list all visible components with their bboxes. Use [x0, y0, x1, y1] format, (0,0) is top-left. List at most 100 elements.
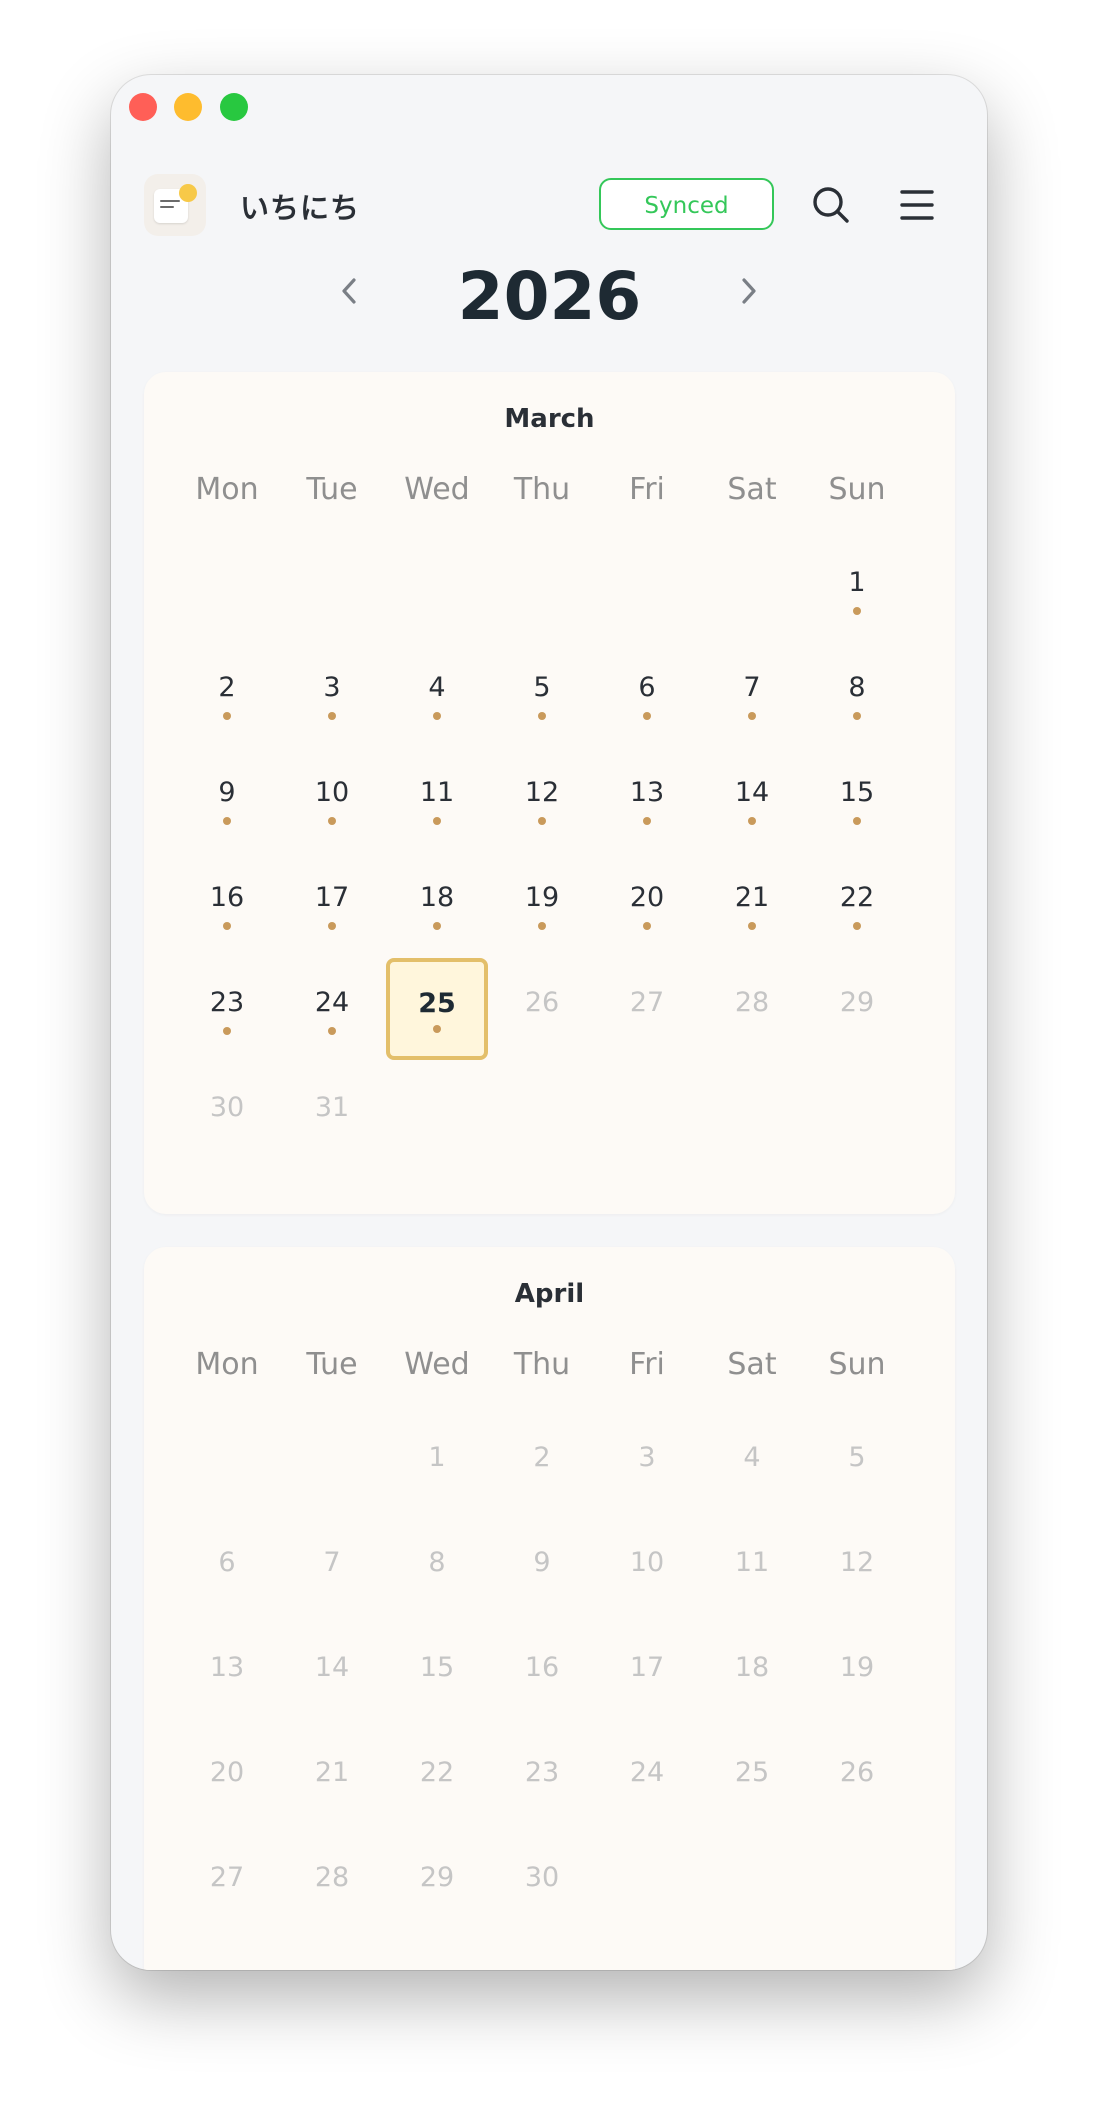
day-cell-22[interactable]: 22 [387, 1729, 487, 1829]
day-cell-9[interactable]: 9 [492, 1519, 592, 1619]
day-cell-13[interactable]: 13 [177, 1624, 277, 1724]
day-number: 11 [734, 1547, 770, 1578]
day-cell-5[interactable]: 5 [492, 644, 592, 744]
day-cell-24[interactable]: 24 [597, 1729, 697, 1829]
menu-button[interactable] [898, 184, 938, 226]
day-number: 27 [209, 1862, 245, 1893]
day-cell-14[interactable]: 14 [702, 749, 802, 849]
day-cell-7[interactable]: 7 [702, 644, 802, 744]
day-cell-9[interactable]: 9 [177, 749, 277, 849]
day-cell-21[interactable]: 21 [702, 854, 802, 954]
day-cell-30[interactable]: 30 [177, 1064, 277, 1164]
day-cell-1[interactable]: 1 [807, 539, 907, 639]
day-cell-26[interactable]: 26 [807, 1729, 907, 1829]
sync-status-button[interactable]: Synced [599, 178, 774, 230]
day-number: 18 [734, 1652, 770, 1683]
day-cell-25[interactable]: 25 [702, 1729, 802, 1829]
day-cell-29[interactable]: 29 [387, 1834, 487, 1934]
entry-dot-icon [328, 1027, 336, 1035]
day-number: 23 [209, 987, 245, 1018]
day-cell-20[interactable]: 20 [597, 854, 697, 954]
day-cell-5[interactable]: 5 [807, 1414, 907, 1514]
day-cell-1[interactable]: 1 [387, 1414, 487, 1514]
day-cell-28[interactable]: 28 [282, 1834, 382, 1934]
day-cell-2[interactable]: 2 [177, 644, 277, 744]
day-grid: 1 2 3 4 5 6 7 8 9 10 11 12 13 14 15 16 17 18 19 20 21 22 23 24 2… [144, 372, 955, 1214]
day-cell-20[interactable]: 20 [177, 1729, 277, 1829]
day-number: 14 [314, 1652, 350, 1683]
day-cell-6[interactable]: 6 [597, 644, 697, 744]
day-cell-13[interactable]: 13 [597, 749, 697, 849]
day-cell-19[interactable]: 19 [807, 1624, 907, 1724]
day-cell-16[interactable]: 16 [177, 854, 277, 954]
day-cell-3[interactable]: 3 [597, 1414, 697, 1514]
day-cell-27[interactable]: 27 [177, 1834, 277, 1934]
day-number: 13 [209, 1652, 245, 1683]
day-cell-15[interactable]: 15 [387, 1624, 487, 1724]
day-cell-28[interactable]: 28 [702, 959, 802, 1059]
day-number: 27 [629, 987, 665, 1018]
day-cell-22[interactable]: 22 [807, 854, 907, 954]
day-cell-2[interactable]: 2 [492, 1414, 592, 1514]
entry-dot-icon [433, 1025, 441, 1033]
day-number: 23 [524, 1757, 560, 1788]
day-cell-12[interactable]: 12 [492, 749, 592, 849]
day-number: 8 [428, 1547, 446, 1578]
day-cell-25[interactable]: 25 [386, 958, 488, 1060]
day-grid: 1 2 3 4 5 6 7 8 9 10 11 12 13 14 15 16 17 18 19 20 21 22 23 24 2… [144, 1247, 955, 1970]
day-cell-3[interactable]: 3 [282, 644, 382, 744]
day-cell-6[interactable]: 6 [177, 1519, 277, 1619]
app-window: いちにち Synced 2026 March Mon Tue Wed Thu F… [111, 75, 987, 1970]
day-cell-17[interactable]: 17 [597, 1624, 697, 1724]
window-minimize-button[interactable] [174, 93, 202, 121]
day-number: 14 [734, 777, 770, 808]
chevron-right-icon [742, 278, 756, 304]
day-cell-8[interactable]: 8 [807, 644, 907, 744]
day-cell-11[interactable]: 11 [702, 1519, 802, 1619]
day-cell-7[interactable]: 7 [282, 1519, 382, 1619]
window-maximize-button[interactable] [220, 93, 248, 121]
day-number: 12 [524, 777, 560, 808]
day-cell-14[interactable]: 14 [282, 1624, 382, 1724]
day-cell-18[interactable]: 18 [702, 1624, 802, 1724]
window-close-button[interactable] [129, 93, 157, 121]
next-year-button[interactable] [728, 271, 768, 311]
day-number: 10 [314, 777, 350, 808]
day-cell-24[interactable]: 24 [282, 959, 382, 1059]
day-number: 28 [734, 987, 770, 1018]
app-logo-icon [144, 174, 206, 236]
day-cell-16[interactable]: 16 [492, 1624, 592, 1724]
day-cell-31[interactable]: 31 [282, 1064, 382, 1164]
day-cell-27[interactable]: 27 [597, 959, 697, 1059]
day-cell-10[interactable]: 10 [597, 1519, 697, 1619]
day-cell-29[interactable]: 29 [807, 959, 907, 1059]
day-number: 25 [418, 988, 456, 1019]
day-number: 29 [419, 1862, 455, 1893]
day-cell-4[interactable]: 4 [702, 1414, 802, 1514]
entry-dot-icon [748, 712, 756, 720]
entry-dot-icon [853, 607, 861, 615]
entry-dot-icon [538, 817, 546, 825]
day-cell-26[interactable]: 26 [492, 959, 592, 1059]
day-cell-12[interactable]: 12 [807, 1519, 907, 1619]
day-cell-4[interactable]: 4 [387, 644, 487, 744]
day-cell-21[interactable]: 21 [282, 1729, 382, 1829]
day-cell-23[interactable]: 23 [177, 959, 277, 1059]
day-cell-11[interactable]: 11 [387, 749, 487, 849]
day-cell-8[interactable]: 8 [387, 1519, 487, 1619]
day-number: 2 [533, 1442, 551, 1473]
day-cell-15[interactable]: 15 [807, 749, 907, 849]
day-number: 3 [638, 1442, 656, 1473]
search-button[interactable] [810, 184, 852, 226]
day-cell-17[interactable]: 17 [282, 854, 382, 954]
day-number: 9 [533, 1547, 551, 1578]
day-number: 12 [839, 1547, 875, 1578]
day-cell-23[interactable]: 23 [492, 1729, 592, 1829]
day-number: 7 [743, 672, 761, 703]
day-number: 24 [629, 1757, 665, 1788]
day-cell-10[interactable]: 10 [282, 749, 382, 849]
day-cell-30[interactable]: 30 [492, 1834, 592, 1934]
day-cell-19[interactable]: 19 [492, 854, 592, 954]
day-cell-18[interactable]: 18 [387, 854, 487, 954]
entry-dot-icon [748, 817, 756, 825]
